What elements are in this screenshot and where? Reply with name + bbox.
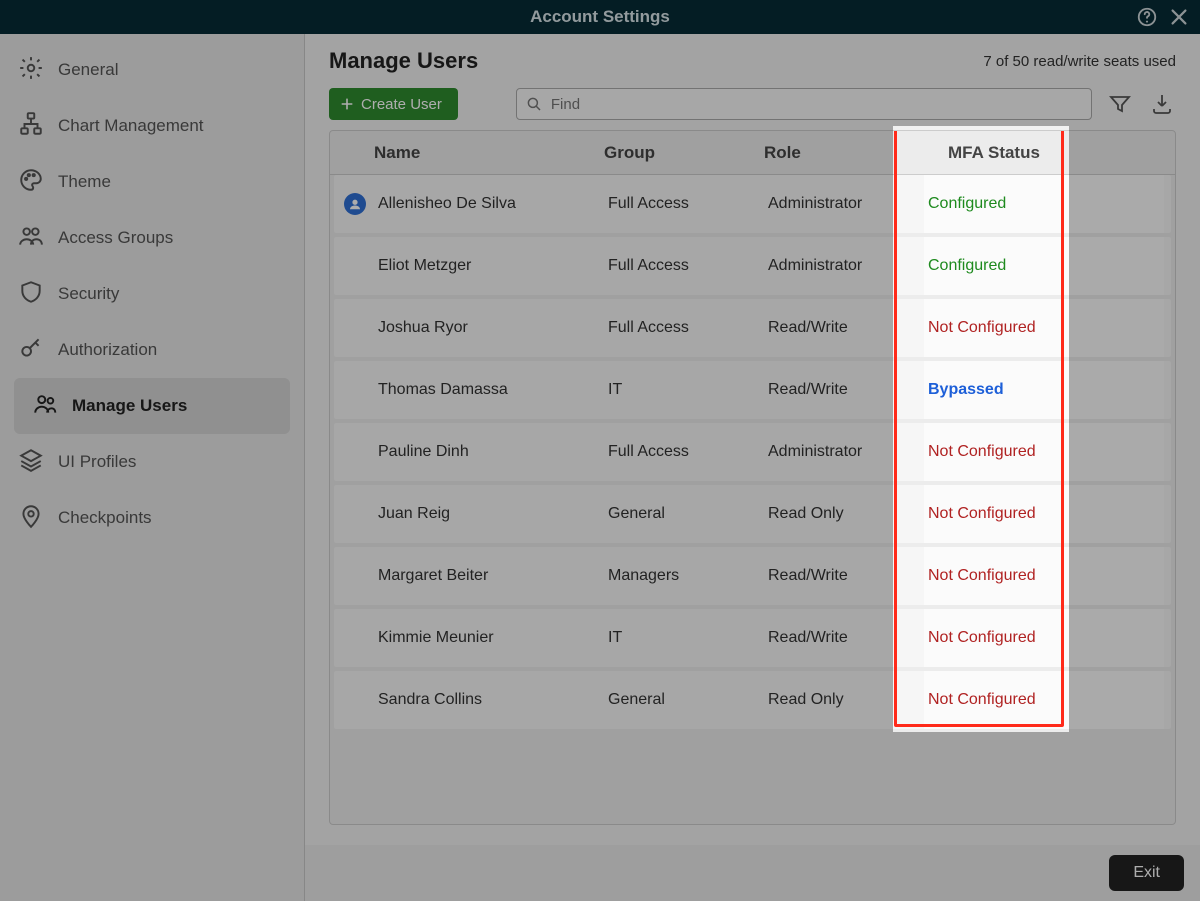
- cell-mfa-status: Configured: [924, 175, 1164, 233]
- table-row[interactable]: Sandra Collins General Read Only Not Con…: [334, 671, 1171, 729]
- col-group[interactable]: Group: [600, 143, 760, 163]
- exit-button[interactable]: Exit: [1109, 855, 1184, 891]
- sidebar-item-label: Checkpoints: [58, 508, 152, 528]
- plus-icon: [339, 96, 355, 112]
- close-icon[interactable]: [1168, 6, 1190, 28]
- cell-mfa-status: Bypassed: [924, 361, 1164, 419]
- table-row[interactable]: Margaret Beiter Managers Read/Write Not …: [334, 547, 1171, 605]
- cell-role: Read Only: [764, 505, 924, 523]
- col-role[interactable]: Role: [760, 143, 920, 163]
- cell-name: Pauline Dinh: [374, 443, 604, 461]
- cell-group: Full Access: [604, 443, 764, 461]
- table-row[interactable]: Juan Reig General Read Only Not Configur…: [334, 485, 1171, 543]
- cell-mfa-status: Not Configured: [924, 299, 1164, 357]
- cell-name: Allenisheo De Silva: [374, 195, 604, 213]
- filter-icon: [1108, 92, 1132, 116]
- cell-group: IT: [604, 629, 764, 647]
- cell-role: Read/Write: [764, 629, 924, 647]
- window-titlebar: Account Settings: [0, 0, 1200, 34]
- sidebar-item-checkpoints[interactable]: Checkpoints: [0, 490, 304, 546]
- cell-mfa-status: Not Configured: [924, 671, 1164, 729]
- sidebar-item-label: Security: [58, 284, 119, 304]
- search-icon: [525, 95, 543, 113]
- cell-group: Full Access: [604, 257, 764, 275]
- cell-mfa-status: Not Configured: [924, 485, 1164, 543]
- user-avatar-icon: [344, 193, 366, 215]
- key-icon: [18, 335, 44, 366]
- cell-role: Read Only: [764, 691, 924, 709]
- col-mfa-status[interactable]: MFA Status: [920, 143, 1160, 163]
- cell-mfa-status: Not Configured: [924, 609, 1164, 667]
- sidebar-item-label: General: [58, 60, 118, 80]
- sidebar-item-label: Access Groups: [58, 228, 173, 248]
- sidebar-item-label: Theme: [58, 172, 111, 192]
- cell-role: Read/Write: [764, 319, 924, 337]
- help-icon[interactable]: [1136, 6, 1158, 28]
- users-icon: [32, 391, 58, 422]
- sidebar-item-label: UI Profiles: [58, 452, 136, 472]
- filter-button[interactable]: [1106, 92, 1134, 116]
- sidebar-item-ui-profiles[interactable]: UI Profiles: [0, 434, 304, 490]
- sidebar-item-general[interactable]: General: [0, 42, 304, 98]
- sidebar-item-authorization[interactable]: Authorization: [0, 322, 304, 378]
- pin-icon: [18, 503, 44, 534]
- col-name[interactable]: Name: [370, 143, 600, 163]
- cell-group: Full Access: [604, 319, 764, 337]
- download-button[interactable]: [1148, 92, 1176, 116]
- create-user-label: Create User: [361, 96, 442, 113]
- sidebar-item-manage-users[interactable]: Manage Users: [14, 378, 290, 434]
- cell-name: Sandra Collins: [374, 691, 604, 709]
- cell-role: Administrator: [764, 443, 924, 461]
- window-title: Account Settings: [530, 7, 670, 27]
- hierarchy-icon: [18, 111, 44, 142]
- cell-name: Joshua Ryor: [374, 319, 604, 337]
- cell-mfa-status: Not Configured: [924, 547, 1164, 605]
- cell-group: Full Access: [604, 195, 764, 213]
- table-row[interactable]: Kimmie Meunier IT Read/Write Not Configu…: [334, 609, 1171, 667]
- sidebar-item-label: Authorization: [58, 340, 157, 360]
- seats-used-text: 7 of 50 read/write seats used: [983, 53, 1176, 70]
- cell-group: General: [604, 505, 764, 523]
- cell-name: Kimmie Meunier: [374, 629, 604, 647]
- table-row[interactable]: Pauline Dinh Full Access Administrator N…: [334, 423, 1171, 481]
- table-row[interactable]: Thomas Damassa IT Read/Write Bypassed: [334, 361, 1171, 419]
- table-header: Name Group Role MFA Status: [330, 131, 1175, 175]
- gear-icon: [18, 55, 44, 86]
- cell-name: Margaret Beiter: [374, 567, 604, 585]
- sidebar-item-label: Manage Users: [72, 396, 187, 416]
- cell-role: Administrator: [764, 195, 924, 213]
- cell-name: Juan Reig: [374, 505, 604, 523]
- cell-role: Read/Write: [764, 567, 924, 585]
- main-panel: Manage Users 7 of 50 read/write seats us…: [305, 34, 1200, 901]
- sidebar-item-access-groups[interactable]: Access Groups: [0, 210, 304, 266]
- sidebar: General Chart Management Theme Access Group…: [0, 34, 305, 901]
- cell-group: IT: [604, 381, 764, 399]
- cell-role: Administrator: [764, 257, 924, 275]
- sidebar-item-chart-management[interactable]: Chart Management: [0, 98, 304, 154]
- sidebar-item-theme[interactable]: Theme: [0, 154, 304, 210]
- cell-mfa-status: Not Configured: [924, 423, 1164, 481]
- palette-icon: [18, 167, 44, 198]
- cell-mfa-status: Configured: [924, 237, 1164, 295]
- create-user-button[interactable]: Create User: [329, 88, 458, 120]
- table-row[interactable]: Eliot Metzger Full Access Administrator …: [334, 237, 1171, 295]
- layers-icon: [18, 447, 44, 478]
- search-field[interactable]: [516, 88, 1092, 120]
- search-input[interactable]: [551, 96, 1083, 113]
- group-icon: [18, 223, 44, 254]
- cell-name: Thomas Damassa: [374, 381, 604, 399]
- cell-name: Eliot Metzger: [374, 257, 604, 275]
- cell-group: Managers: [604, 567, 764, 585]
- table-row[interactable]: Joshua Ryor Full Access Read/Write Not C…: [334, 299, 1171, 357]
- table-row[interactable]: Allenisheo De Silva Full Access Administ…: [334, 175, 1171, 233]
- sidebar-item-label: Chart Management: [58, 116, 204, 136]
- cell-role: Read/Write: [764, 381, 924, 399]
- users-table: Name Group Role MFA Status Allenisheo De…: [329, 130, 1176, 825]
- dialog-footer: Exit: [305, 845, 1200, 901]
- download-icon: [1150, 92, 1174, 116]
- cell-group: General: [604, 691, 764, 709]
- page-title: Manage Users: [329, 48, 478, 74]
- shield-icon: [18, 279, 44, 310]
- sidebar-item-security[interactable]: Security: [0, 266, 304, 322]
